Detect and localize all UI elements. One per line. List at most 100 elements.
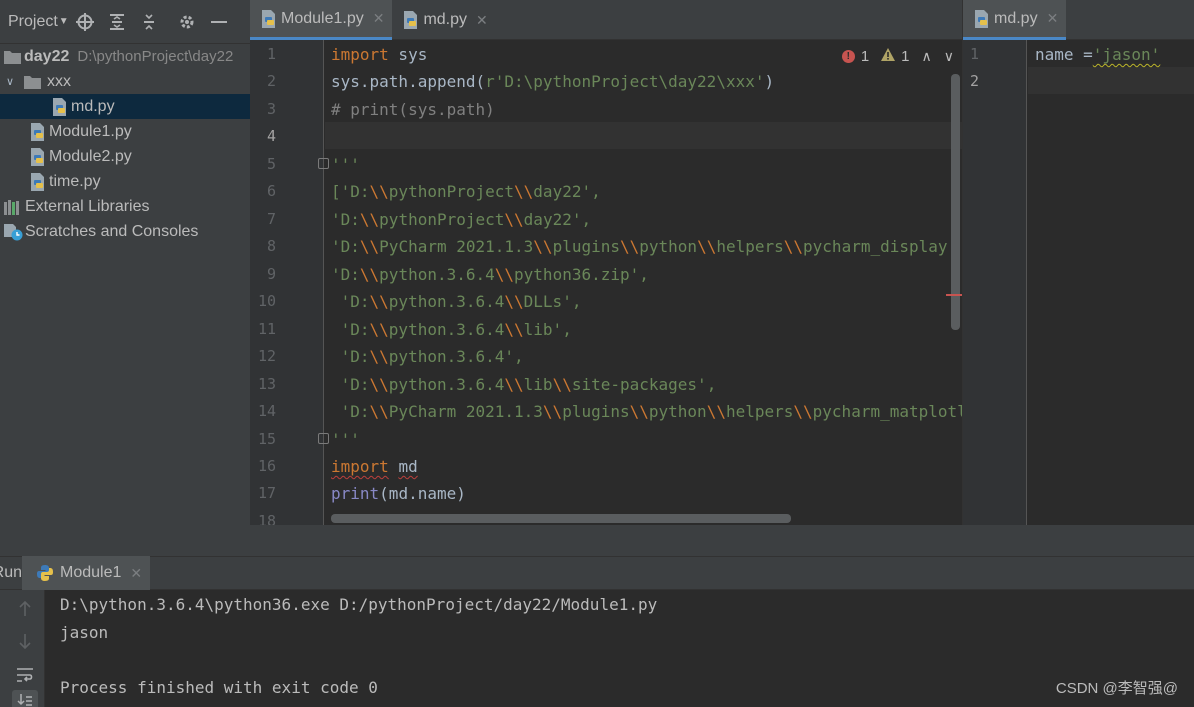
current-line-highlight (325, 122, 962, 149)
tab-label: md.py (423, 11, 468, 28)
code-line: # print(sys.path) (331, 100, 495, 119)
close-icon[interactable]: ✕ (373, 10, 385, 27)
tree-item-label: time.py (49, 172, 101, 190)
tree-item-label: Scratches and Consoles (25, 222, 199, 240)
python-file-icon (27, 147, 47, 166)
code-line: 'D:\\pythonProject\\day22', (331, 210, 592, 229)
down-arrow-icon[interactable] (12, 628, 38, 654)
project-view-selector[interactable]: Project ▼ (0, 0, 69, 43)
project-toolbar: Project ▼ (0, 0, 250, 44)
line-number: 15 (257, 430, 276, 448)
locate-icon[interactable] (69, 0, 101, 44)
code-editor[interactable]: 1 2 3 4 5 6 7 8 9 10 11 12 13 14 15 16 1… (250, 40, 962, 525)
code-line: 'D:\\python.3.6.4\\DLLs', (331, 292, 582, 311)
console-line: Process finished with exit code 0 (60, 678, 378, 697)
python-file-icon (27, 172, 47, 191)
python-icon (36, 564, 54, 582)
tree-item-label: Module2.py (49, 147, 132, 165)
horizontal-scrollbar[interactable] (331, 514, 791, 523)
line-number-gutter: 1 2 3 4 5 6 7 8 9 10 11 12 13 14 15 16 1… (250, 40, 329, 525)
line-number-gutter: 1 2 (963, 40, 1027, 525)
error-stripe-marker[interactable] (946, 294, 962, 296)
right-editor-tab-bar: md.py ✕ (963, 0, 1194, 40)
tree-item-scratches[interactable]: Scratches and Consoles (0, 219, 250, 244)
line-number: 18 (257, 512, 276, 525)
python-file-icon (260, 9, 276, 28)
tree-item-day22[interactable]: day22 D:\pythonProject\day22 (0, 44, 250, 69)
project-path: D:\pythonProject\day22 (77, 48, 234, 65)
console-line: jason (60, 623, 109, 642)
scratches-icon (3, 223, 23, 241)
python-file-icon (973, 9, 989, 28)
code-line: ''' (331, 430, 360, 449)
editor-tab-bar: Module1.py ✕ md.py ✕ (250, 0, 962, 40)
run-toolbar (0, 590, 45, 707)
vertical-scrollbar[interactable] (951, 74, 960, 330)
fold-marker-icon[interactable] (318, 433, 329, 444)
tree-item-label: Module1.py (49, 122, 132, 140)
up-arrow-icon[interactable] (12, 596, 38, 622)
tree-item-external-libraries[interactable]: External Libraries (0, 194, 250, 219)
tab-label: md.py (994, 9, 1038, 27)
run-tab-module1[interactable]: Module1 ✕ (22, 556, 151, 590)
line-number: 1 (969, 45, 979, 63)
warning-icon (881, 48, 896, 65)
line-number: 6 (266, 182, 276, 200)
chevron-down-icon: ▼ (58, 16, 69, 27)
folder-icon (22, 73, 42, 91)
python-file-icon (27, 122, 47, 141)
split-code-editor[interactable]: 1 2 name ='jason' (963, 40, 1194, 525)
tree-item-time-py[interactable]: time.py (0, 169, 250, 194)
line-number: 11 (257, 320, 276, 338)
inspection-widget[interactable]: ! 1 1 ∧ ∨ (839, 48, 956, 65)
close-icon[interactable]: ✕ (130, 565, 142, 582)
code-line: sys.path.append(r'D:\pythonProject\day22… (331, 72, 775, 91)
tree-item-label: md.py (71, 97, 115, 115)
hide-icon[interactable] (203, 0, 235, 44)
line-number: 17 (257, 484, 276, 502)
close-icon[interactable]: ✕ (1047, 10, 1059, 27)
tree-item-xxx[interactable]: ∨ xxx (0, 69, 250, 94)
run-panel-label: Run: (0, 564, 22, 581)
line-number: 4 (266, 127, 276, 145)
soft-wrap-icon[interactable] (12, 662, 38, 688)
line-number: 5 (266, 155, 276, 173)
code-line: import sys (331, 45, 428, 64)
fold-marker-icon[interactable] (318, 158, 329, 169)
next-highlight-icon[interactable]: ∨ (944, 48, 954, 65)
scroll-to-end-icon[interactable] (12, 690, 38, 707)
line-number: 9 (266, 265, 276, 283)
current-line-highlight (1028, 67, 1194, 94)
code-line: 'D:\\python.3.6.4\\lib\\site-packages', (331, 375, 717, 394)
tab-module1-py[interactable]: Module1.py ✕ (250, 0, 393, 40)
code-line: 'D:\\PyCharm 2021.1.3\\plugins\\python\\… (331, 402, 962, 421)
watermark: CSDN @李智强@ (1055, 680, 1178, 697)
error-icon: ! (841, 50, 855, 63)
code-line: name ='jason' (1035, 45, 1161, 64)
line-number: 2 (969, 72, 979, 90)
line-number: 14 (257, 402, 276, 420)
chevron-down-icon[interactable]: ∨ (2, 75, 18, 88)
gear-icon[interactable] (171, 0, 203, 44)
line-number: 12 (257, 347, 276, 365)
tree-item-module1-py[interactable]: Module1.py (0, 119, 250, 144)
tree-item-module2-py[interactable]: Module2.py (0, 144, 250, 169)
previous-highlight-icon[interactable]: ∧ (922, 48, 932, 65)
line-number: 3 (266, 100, 276, 118)
line-number: 13 (257, 375, 276, 393)
tool-window-divider (0, 525, 1194, 556)
error-count: 1 (860, 48, 870, 65)
collapse-all-icon[interactable] (133, 0, 165, 44)
tab-md-py[interactable]: md.py ✕ (392, 0, 495, 40)
line-number: 10 (257, 292, 276, 310)
expand-all-icon[interactable] (101, 0, 133, 44)
tree-item-label: External Libraries (25, 197, 150, 215)
tree-item-label: xxx (47, 72, 71, 90)
close-icon[interactable]: ✕ (476, 12, 488, 29)
tab-md-py-split[interactable]: md.py ✕ (963, 0, 1067, 40)
project-view-label: Project (8, 12, 58, 30)
line-number: 1 (266, 45, 276, 63)
warning-count: 1 (901, 48, 910, 65)
console-output[interactable]: D:\python.3.6.4\python36.exe D:/pythonPr… (46, 590, 1194, 707)
tree-item-md-py[interactable]: md.py (0, 94, 250, 119)
